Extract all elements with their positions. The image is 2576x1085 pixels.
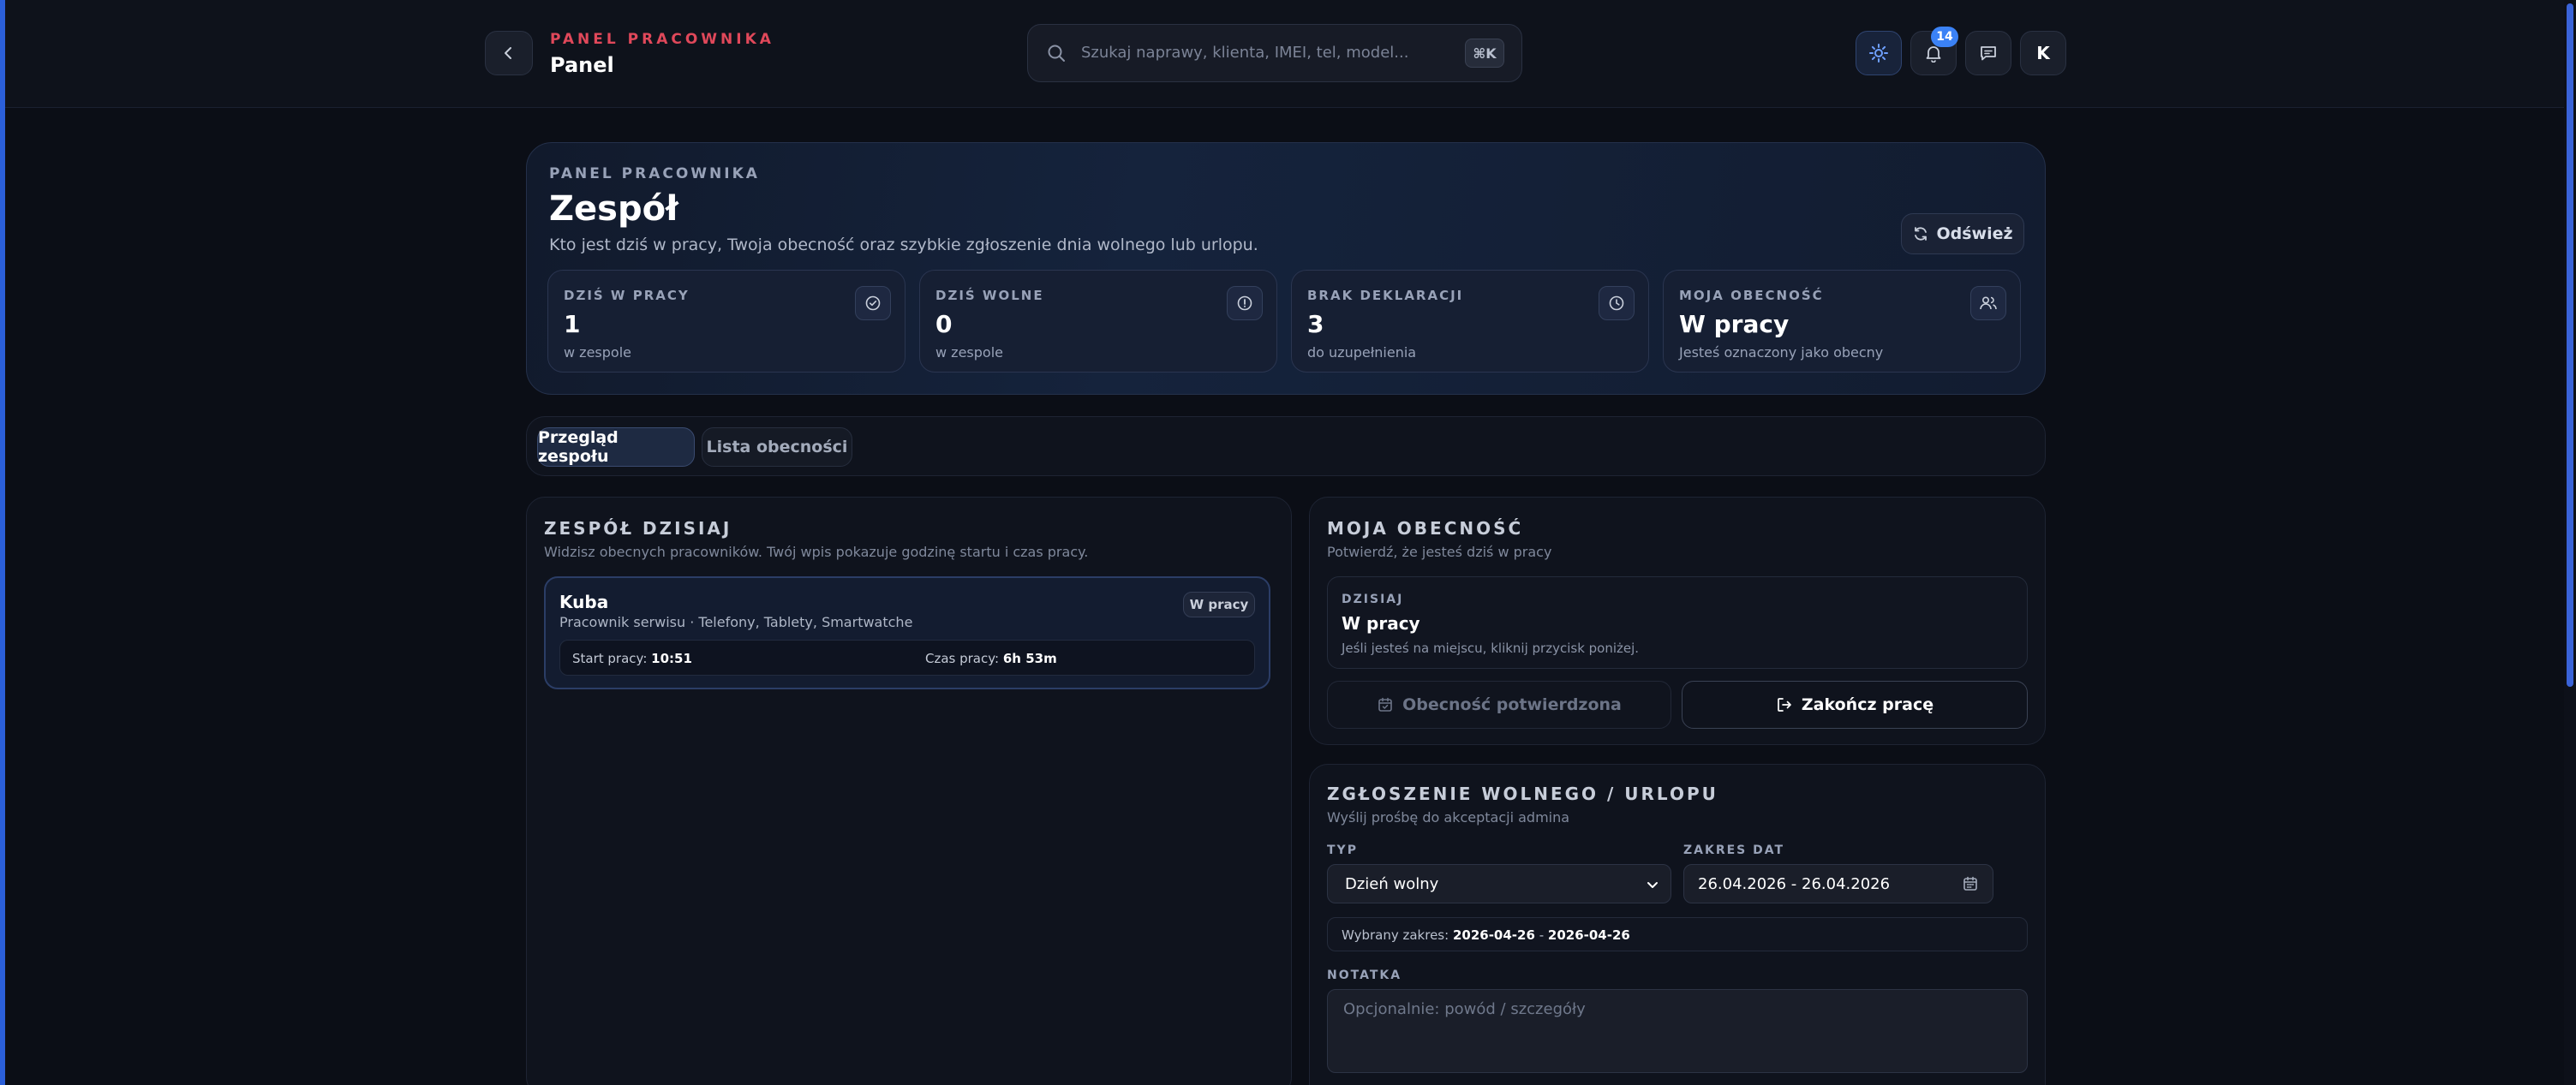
leave-type-value: Dzień wolny: [1345, 875, 1439, 893]
logout-icon: [1778, 698, 1791, 712]
date-range-label: ZAKRES DAT: [1683, 844, 1785, 857]
notifications-badge: 14: [1931, 27, 1958, 47]
finish-work-button[interactable]: Zakończ pracę: [1682, 681, 2028, 729]
member-name: Kuba: [559, 592, 609, 612]
selected-range: Wybrany zakres: 2026-04-26 - 2026-04-26: [1342, 927, 1630, 943]
team-today-subtitle: Widzisz obecnych pracowników. Twój wpis …: [544, 544, 1089, 560]
status-badge: W pracy: [1183, 592, 1255, 617]
search-input[interactable]: Szukaj naprawy, klienta, IMEI, tel, mode…: [1081, 44, 1408, 62]
message-icon: [1981, 46, 1996, 61]
stat-sub: w zespole: [935, 344, 1003, 361]
note-field[interactable]: [1327, 989, 2028, 1073]
clock-icon: [1599, 286, 1635, 320]
messages-button[interactable]: [1965, 31, 2011, 75]
team-hero: PANEL PRACOWNIKA Zespół Kto jest dziś w …: [526, 142, 2046, 395]
calendar-check-icon: [1378, 697, 1392, 712]
theme-toggle-button[interactable]: [1856, 31, 1902, 75]
stat-value: 1: [564, 310, 581, 338]
breadcrumb-kicker: PANEL PRACOWNIKA: [550, 31, 774, 48]
sun-icon: [1869, 44, 1888, 63]
today-kicker: DZISIAJ: [1342, 593, 1404, 606]
today-hint: Jeśli jesteś na miejscu, kliknij przycis…: [1342, 641, 1640, 656]
stat-card-no-declaration: BRAK DEKLARACJI 3 do uzupełnienia: [1291, 270, 1649, 373]
search-icon: [1048, 45, 1065, 62]
avatar[interactable]: K: [2020, 31, 2066, 75]
tab-team-overview[interactable]: Przegląd zespołu: [537, 427, 695, 467]
top-bar: PANEL PRACOWNIKA Panel Szukaj naprawy, k…: [5, 0, 2564, 108]
note-textarea[interactable]: [1328, 990, 2027, 1072]
info-circle-icon: [1227, 286, 1263, 320]
leave-request-subtitle: Wyślij prośbę do akceptacji admina: [1327, 809, 1570, 826]
presence-confirmed-label: Obecność potwierdzona: [1402, 695, 1622, 714]
team-member-row[interactable]: Kuba Pracownik serwisu · Telefony, Table…: [544, 576, 1270, 689]
date-range-input[interactable]: 26.04.2026 - 26.04.2026: [1683, 864, 1993, 903]
users-icon: [1970, 286, 2006, 320]
scrollbar-thumb[interactable]: [2567, 3, 2573, 687]
member-role: Pracownik serwisu · Telefony, Tablety, S…: [559, 614, 913, 630]
refresh-label: Odśwież: [1936, 224, 2013, 243]
presence-confirmed-button[interactable]: Obecność potwierdzona: [1327, 681, 1671, 729]
type-label: TYP: [1327, 844, 1358, 857]
stat-value: 3: [1307, 310, 1324, 338]
search-bar[interactable]: Szukaj naprawy, klienta, IMEI, tel, mode…: [1027, 24, 1522, 82]
work-start: Start pracy: 10:51: [572, 651, 692, 666]
leave-request-title: ZGŁOSZENIE WOLNEGO / URLOPU: [1327, 784, 1718, 804]
tab-attendance-list[interactable]: Lista obecności: [702, 427, 852, 467]
stat-sub: Jesteś oznaczony jako obecny: [1679, 344, 1884, 361]
calendar-icon: [1963, 876, 1977, 891]
stat-value: 0: [935, 310, 953, 338]
stat-card-my-presence: MOJA OBECNOŚĆ W pracy Jesteś oznaczony j…: [1663, 270, 2021, 373]
date-range-value: 26.04.2026 - 26.04.2026: [1698, 875, 1891, 893]
hero-kicker: PANEL PRACOWNIKA: [549, 165, 760, 182]
stat-sub: w zespole: [564, 344, 631, 361]
leave-request-card: ZGŁOSZENIE WOLNEGO / URLOPU Wyślij prośb…: [1309, 764, 2046, 1085]
view-tabs: Przegląd zespołu Lista obecności: [526, 416, 2046, 476]
stat-card-at-work: DZIŚ W PRACY 1 w zespole: [547, 270, 905, 373]
stat-label: BRAK DEKLARACJI: [1307, 288, 1464, 303]
work-duration: Czas pracy: 6h 53m: [925, 651, 1057, 666]
today-status: W pracy: [1342, 613, 1420, 634]
left-accent-bar: [0, 0, 5, 1085]
refresh-button[interactable]: Odśwież: [1901, 213, 2024, 254]
selected-range-box: Wybrany zakres: 2026-04-26 - 2026-04-26: [1327, 917, 2028, 951]
scrollbar[interactable]: [2564, 0, 2576, 1085]
finish-work-label: Zakończ pracę: [1801, 695, 1934, 714]
refresh-icon: [1915, 227, 1928, 241]
team-today-title: ZESPÓŁ DZISIAJ: [544, 518, 732, 539]
hero-title: Zespół: [549, 189, 678, 229]
my-presence-title: MOJA OBECNOŚĆ: [1327, 518, 1524, 539]
stat-card-day-off: DZIŚ WOLNE 0 w zespole: [919, 270, 1277, 373]
team-today-card: ZESPÓŁ DZISIAJ Widzisz obecnych pracowni…: [526, 497, 1292, 1085]
stat-value: W pracy: [1679, 310, 1790, 338]
search-shortcut-badge: ⌘K: [1465, 39, 1504, 68]
chevron-left-icon: [505, 47, 511, 59]
page-title: Panel: [550, 53, 614, 77]
stat-label: DZIŚ W PRACY: [564, 288, 690, 303]
my-presence-card: MOJA OBECNOŚĆ Potwierdź, że jesteś dziś …: [1309, 497, 2046, 745]
note-label: NOTATKA: [1327, 969, 1402, 982]
member-times: Start pracy: 10:51 Czas pracy: 6h 53m: [559, 640, 1255, 676]
stat-sub: do uzupełnienia: [1307, 344, 1417, 361]
stat-label: DZIŚ WOLNE: [935, 288, 1044, 303]
back-button[interactable]: [485, 31, 533, 75]
today-status-box: DZISIAJ W pracy Jeśli jesteś na miejscu,…: [1327, 576, 2028, 669]
chevron-down-icon: [1647, 882, 1658, 888]
check-circle-icon: [855, 286, 891, 320]
my-presence-subtitle: Potwierdź, że jesteś dziś w pracy: [1327, 544, 1552, 560]
leave-type-select[interactable]: Dzień wolny: [1327, 864, 1671, 903]
hero-subtitle: Kto jest dziś w pracy, Twoja obecność or…: [549, 235, 1258, 254]
stat-label: MOJA OBECNOŚĆ: [1679, 288, 1824, 303]
